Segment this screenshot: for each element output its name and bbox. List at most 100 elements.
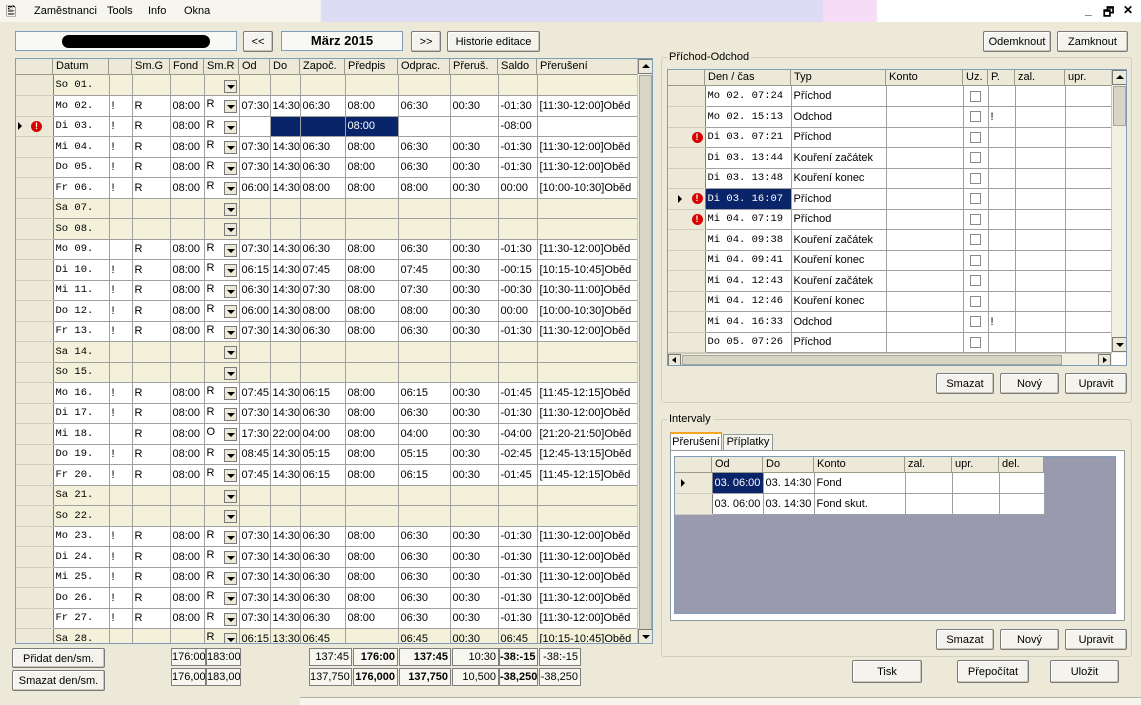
cell-pr[interactable] <box>345 628 399 643</box>
menu-tools[interactable]: Tools <box>107 5 133 17</box>
cell-zal[interactable] <box>1015 147 1066 169</box>
cell-g[interactable]: R <box>132 157 171 178</box>
cell-del[interactable] <box>999 493 1045 515</box>
cell-fo[interactable]: 08:00 <box>170 608 205 629</box>
dropdown-arrow-icon[interactable] <box>223 366 237 380</box>
cell-fo[interactable]: 08:00 <box>170 464 205 486</box>
cell-konto[interactable] <box>886 311 964 333</box>
cell-g[interactable] <box>132 341 171 363</box>
cell-pr[interactable]: 08:00 <box>345 239 399 260</box>
cell-fo[interactable]: 08:00 <box>170 526 205 547</box>
cell-do[interactable]: 14:30 <box>270 608 301 629</box>
cell-konto[interactable] <box>886 209 964 230</box>
cell-pe[interactable]: 00:30 <box>450 321 499 342</box>
cell-type[interactable]: Kouření začátek <box>791 270 887 292</box>
cell-od[interactable]: 06:00 <box>239 177 271 199</box>
cell-op[interactable]: 06:30 <box>398 157 451 178</box>
cell-f[interactable] <box>109 423 133 445</box>
cell-konto[interactable]: Fond skut. <box>814 493 906 515</box>
cell-time[interactable]: Di 03. 13:44 <box>705 147 792 169</box>
cell-r[interactable] <box>204 505 240 527</box>
row-header[interactable] <box>16 362 54 383</box>
cell-od[interactable] <box>239 362 271 383</box>
cell-pr[interactable] <box>345 362 399 383</box>
cell-op[interactable]: 06:30 <box>398 608 451 629</box>
cell-pu[interactable]: [12:45-13:15]Oběd <box>537 444 639 465</box>
cell-d[interactable]: Mo 23. <box>53 526 110 547</box>
cell-p[interactable] <box>988 250 1016 271</box>
cell-zal[interactable] <box>1015 229 1066 251</box>
cell-fo[interactable]: 08:00 <box>170 321 205 342</box>
uz-checkbox[interactable] <box>970 275 981 287</box>
cell-f[interactable]: ! <box>109 177 133 199</box>
cell-uz[interactable] <box>963 168 989 189</box>
cell-sa[interactable]: -01:30 <box>498 239 538 260</box>
days-col-header[interactable]: Započ. <box>300 59 345 75</box>
cell-p[interactable] <box>988 332 1016 353</box>
table-row[interactable]: Fr 13.! R 08:00 R 07:30 14:30 06:30 08:00 06:30 0… <box>16 321 639 342</box>
cell-uz[interactable] <box>963 332 989 353</box>
cell-sa[interactable] <box>498 341 538 363</box>
cell-za[interactable]: 06:30 <box>300 567 346 588</box>
cell-op[interactable]: 06:15 <box>398 382 451 404</box>
cell-konto[interactable]: Fond <box>814 473 906 494</box>
cell-r[interactable]: R <box>204 608 240 629</box>
uz-checkbox[interactable] <box>970 111 981 123</box>
cell-pu[interactable]: [10:00-10:30]Oběd <box>537 300 639 322</box>
row-header[interactable] <box>668 106 706 128</box>
cell-pe[interactable] <box>450 198 499 219</box>
cell-time[interactable]: Mi 04. 07:19 <box>705 209 792 230</box>
cell-pr[interactable]: 08:00 <box>345 382 399 404</box>
cell-time[interactable]: Mo 02. 07:24 <box>705 86 792 107</box>
cell-r[interactable]: O <box>204 423 240 445</box>
menu-okna[interactable]: Okna <box>184 5 210 17</box>
cell-pr[interactable]: 08:00 <box>345 259 399 281</box>
cell-pu[interactable]: [10:15-10:45]Oběd <box>537 628 639 643</box>
hscroll-left-icon[interactable] <box>668 354 681 365</box>
table-row[interactable]: Mi 18. R 08:00 O 17:30 22:00 04:00 08:00 04:00 00… <box>16 423 639 445</box>
cell-do[interactable] <box>270 116 301 137</box>
cell-uz[interactable] <box>963 86 989 107</box>
row-header[interactable] <box>16 259 54 281</box>
cell-sa[interactable]: -01:30 <box>498 608 538 629</box>
menu-zamestnanci[interactable]: Zaměstnanci <box>34 5 97 17</box>
cell-f[interactable]: ! <box>109 608 133 629</box>
cell-r[interactable] <box>204 75 240 96</box>
cell-g[interactable]: R <box>132 464 171 486</box>
cell-f[interactable] <box>109 362 133 383</box>
cell-za[interactable]: 07:30 <box>300 280 346 301</box>
cell-f[interactable]: ! <box>109 403 133 424</box>
prichod-row[interactable]: ! Di 03. 07:21 Příchod <box>668 127 1113 148</box>
cell-op[interactable]: 06:30 <box>398 321 451 342</box>
intervaly-col-header[interactable]: del. <box>999 457 1044 473</box>
cell-pe[interactable]: 00:30 <box>450 628 499 643</box>
cell-type[interactable]: Odchod <box>791 106 887 128</box>
cell-g[interactable]: R <box>132 136 171 158</box>
cell-do[interactable] <box>270 198 301 219</box>
cell-do[interactable]: 14:30 <box>270 444 301 465</box>
cell-zal[interactable] <box>905 493 953 515</box>
cell-pu[interactable]: [11:30-12:00]Oběd <box>537 587 639 609</box>
uz-checkbox[interactable] <box>970 254 981 266</box>
row-header[interactable] <box>16 95 54 117</box>
cell-d[interactable]: So 15. <box>53 362 110 383</box>
cell-zal[interactable] <box>1015 250 1066 271</box>
prichod-row[interactable]: Mo 02. 07:24 Příchod <box>668 86 1113 107</box>
prichod-row[interactable]: Mi 04. 09:41 Kouření konec <box>668 250 1113 271</box>
days-col-header[interactable]: Od <box>239 59 270 75</box>
cell-upr[interactable] <box>952 493 1000 515</box>
row-header[interactable] <box>16 587 54 609</box>
cell-g[interactable]: R <box>132 526 171 547</box>
cell-sa[interactable]: -01:30 <box>498 403 538 424</box>
intervaly-col-header[interactable]: upr. <box>952 457 999 473</box>
cell-d[interactable]: Mi 25. <box>53 567 110 588</box>
cell-od[interactable] <box>239 116 271 137</box>
cell-d[interactable]: Fr 27. <box>53 608 110 629</box>
menu-info[interactable]: Info <box>148 5 166 17</box>
row-header[interactable] <box>16 341 54 363</box>
cell-pu[interactable] <box>537 505 639 527</box>
row-header[interactable]: ! <box>16 116 54 137</box>
prichod-scrollbar[interactable] <box>1111 70 1126 353</box>
intervaly-delete-button[interactable]: Smazat <box>936 629 994 650</box>
cell-za[interactable] <box>300 198 346 219</box>
